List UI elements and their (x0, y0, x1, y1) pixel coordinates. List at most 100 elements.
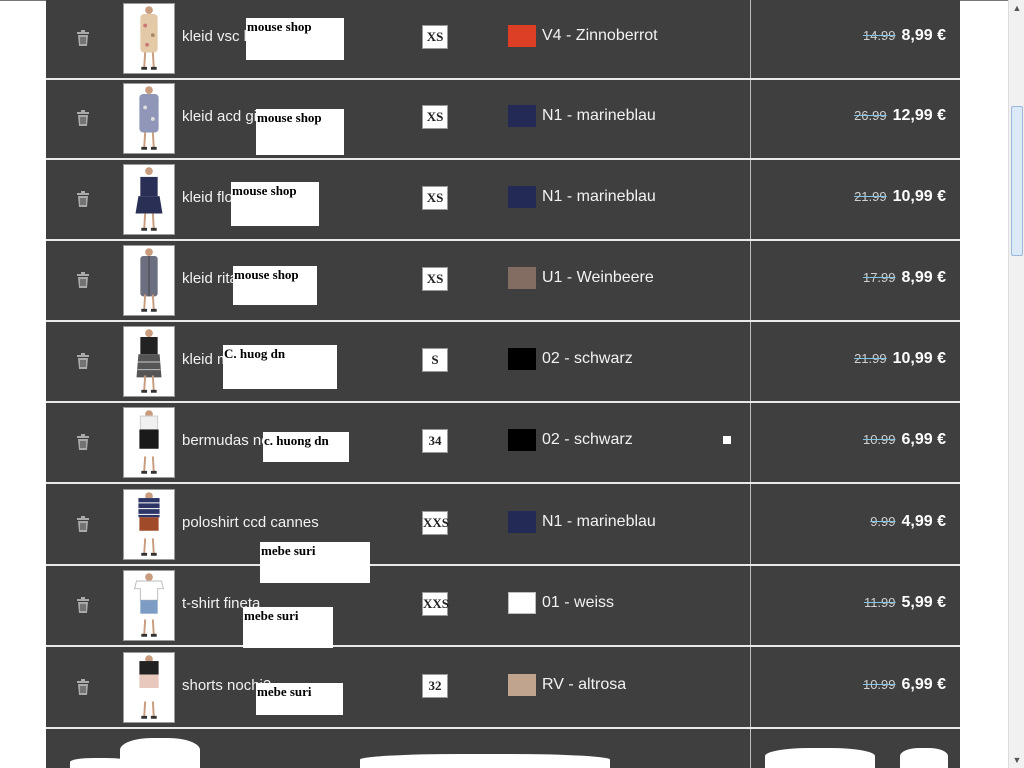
product-image[interactable] (123, 652, 175, 723)
trash-icon[interactable] (76, 109, 90, 127)
size-badge: 34 (422, 429, 448, 453)
redaction-mark (360, 754, 610, 768)
redaction-mark (70, 758, 130, 768)
color-swatch (508, 186, 536, 208)
price: 9.99 4,99 € (870, 513, 946, 531)
trash-icon[interactable] (76, 190, 90, 208)
old-price: 21.99 (854, 351, 887, 366)
row-divider (46, 158, 960, 160)
cart-row: t-shirt fineta XXS 01 - weiss 11.99 5,99 € (46, 567, 960, 647)
annotation-note: mouse shop (231, 182, 319, 226)
size-badge: XS (422, 25, 448, 49)
color-swatch (508, 348, 536, 370)
new-price: 12,99 € (892, 107, 946, 124)
row-divider (46, 320, 960, 322)
price: 10.99 6,99 € (863, 676, 946, 694)
color-name: N1 - marineblau (542, 513, 656, 530)
vertical-scrollbar[interactable]: ▲ ▼ (1008, 0, 1024, 768)
cart-row: poloshirt ccd cannes XXS N1 - marineblau 9.… (46, 486, 960, 566)
cart-row: bermudas nochi 34 02 - schwarz 10.99 6,99 € (46, 404, 960, 484)
trash-icon[interactable] (76, 678, 90, 696)
scroll-down-arrow-icon[interactable]: ▼ (1009, 752, 1024, 768)
annotation-note: mouse shop (233, 266, 317, 305)
annotation-note: mouse shop (246, 18, 344, 60)
cart-table: kleid vsc lima XS V4 - Zinnoberrot 14.99 8,9… (46, 0, 960, 768)
row-divider (46, 401, 960, 403)
cart-row: kleid acd gina XS N1 - marineblau 26.99 12,9… (46, 80, 960, 160)
product-image[interactable] (123, 570, 175, 641)
row-divider (46, 239, 960, 241)
price: 26.99 12,99 € (854, 107, 946, 125)
color-swatch (508, 674, 536, 696)
new-price: 8,99 € (901, 27, 946, 44)
product-image[interactable] (123, 407, 175, 478)
new-price: 4,99 € (901, 513, 946, 530)
color-name: 02 - schwarz (542, 350, 633, 367)
product-image[interactable] (123, 489, 175, 560)
old-price: 21.99 (854, 189, 887, 204)
color-swatch (508, 429, 536, 451)
new-price: 10,99 € (892, 350, 946, 367)
size-badge: XXS (422, 592, 449, 616)
old-price: 26.99 (854, 108, 887, 123)
product-image[interactable] (123, 3, 175, 74)
trash-icon[interactable] (76, 271, 90, 289)
redaction-mark (900, 748, 948, 768)
product-image[interactable] (123, 326, 175, 397)
row-divider (46, 482, 960, 484)
trash-icon[interactable] (76, 515, 90, 533)
color-name: U1 - Weinbeere (542, 269, 654, 286)
trash-icon[interactable] (76, 29, 90, 47)
annotation-note: c. huong dn (263, 432, 349, 462)
old-price: 9.99 (870, 514, 896, 529)
color-swatch (508, 267, 536, 289)
new-price: 6,99 € (901, 676, 946, 693)
color-swatch (508, 592, 536, 614)
product-image[interactable] (123, 245, 175, 316)
old-price: 10.99 (862, 677, 896, 692)
color-name: 01 - weiss (542, 594, 615, 611)
product-image[interactable] (123, 164, 175, 235)
price: 14.99 8,99 € (863, 27, 946, 45)
color-swatch (508, 511, 536, 533)
color-swatch (508, 25, 536, 47)
cart-row: shorts nochi2 32 RV - altrosa 10.99 6,99 € (46, 649, 960, 729)
color-name: N1 - marineblau (542, 107, 656, 124)
trash-icon[interactable] (76, 433, 90, 451)
size-badge: S (422, 348, 448, 372)
scroll-up-arrow-icon[interactable]: ▲ (1009, 0, 1024, 16)
price: 17.99 8,99 € (863, 269, 946, 287)
trash-icon[interactable] (76, 352, 90, 370)
trash-icon[interactable] (76, 596, 90, 614)
redaction-mark (765, 748, 875, 768)
size-badge: XS (422, 267, 448, 291)
product-name[interactable]: poloshirt ccd cannes (182, 514, 319, 531)
annotation-note: mebe suri (256, 683, 343, 715)
size-badge: XS (422, 105, 448, 129)
new-price: 8,99 € (901, 269, 946, 286)
color-name: RV - altrosa (542, 676, 627, 693)
new-price: 5,99 € (901, 594, 946, 611)
size-badge: XS (422, 186, 448, 210)
price: 10.99 6,99 € (863, 431, 946, 449)
annotation-note: mebe suri (260, 542, 370, 583)
annotation-note: C. huog dn (223, 345, 337, 389)
product-name[interactable]: kleid rita (182, 270, 238, 287)
size-badge: 32 (422, 674, 448, 698)
scrollbar-thumb[interactable] (1011, 106, 1023, 256)
old-price: 14.99 (862, 28, 896, 43)
product-image[interactable] (123, 83, 175, 154)
row-divider (46, 645, 960, 647)
price: 11.99 5,99 € (864, 594, 946, 612)
color-name: V4 - Zinnoberrot (542, 27, 658, 44)
row-divider (46, 564, 960, 566)
cart-page: kleid vsc lima XS V4 - Zinnoberrot 14.99 8,9… (0, 0, 1024, 768)
old-price: 17.99 (862, 270, 896, 285)
annotation-note: mouse shop (256, 109, 344, 155)
cart-row: kleid max S 02 - schwarz 21.99 10,99 € (46, 323, 960, 403)
color-name: N1 - marineblau (542, 188, 656, 205)
price: 21.99 10,99 € (854, 188, 946, 206)
cart-row: kleid vsc lima XS V4 - Zinnoberrot 14.99 8,9… (46, 0, 960, 80)
old-price: 11.99 (863, 595, 896, 610)
new-price: 10,99 € (892, 188, 946, 205)
